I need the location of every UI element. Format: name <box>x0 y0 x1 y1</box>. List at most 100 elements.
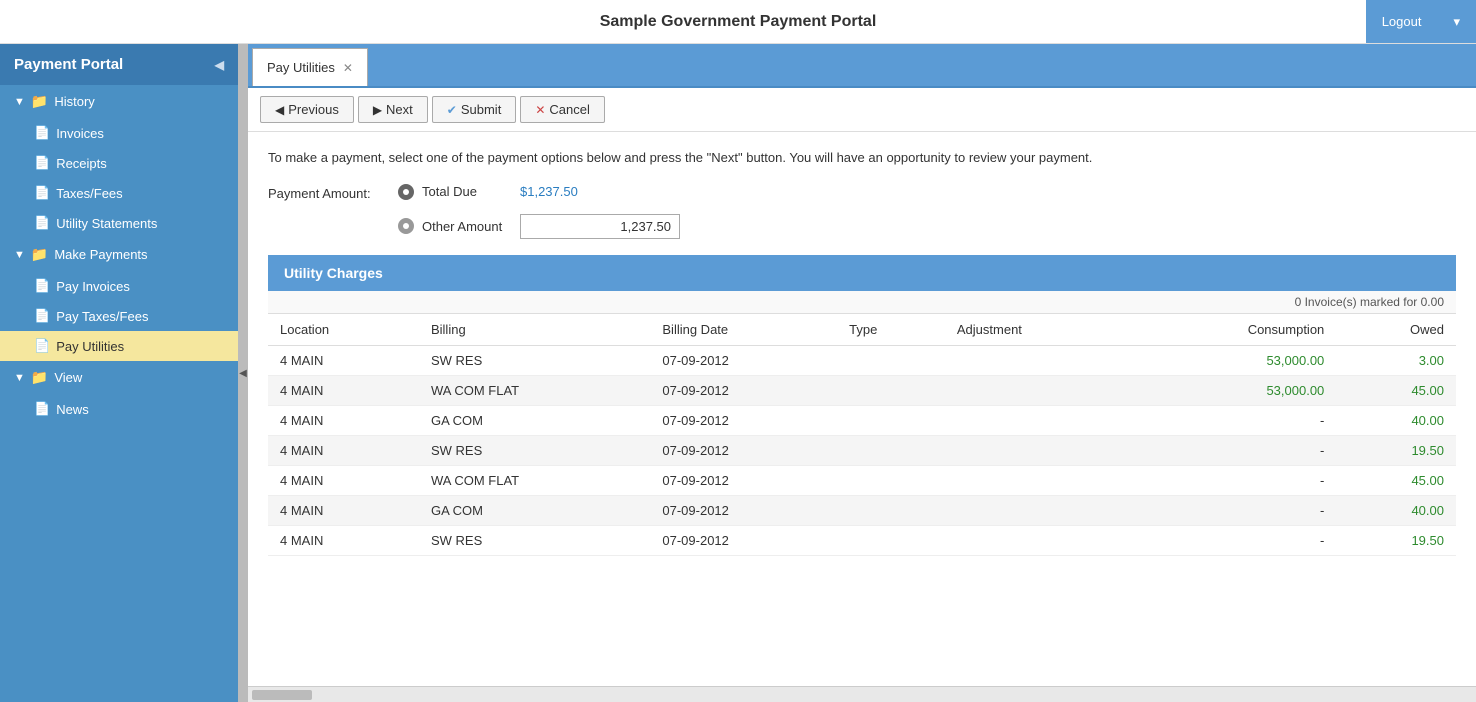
tab-bar: Pay Utilities ✕ <box>248 44 1476 88</box>
table-row[interactable]: 4 MAINSW RES07-09-2012-19.50 <box>268 525 1456 555</box>
sidebar-collapse-handle[interactable]: ◀ <box>238 44 248 702</box>
next-label: Next <box>386 102 413 117</box>
sidebar-group-view-label: View <box>54 370 82 385</box>
sidebar-group-make-payments-header[interactable]: ▼ 📁 Make Payments <box>0 238 238 271</box>
total-due-radio[interactable] <box>398 184 414 200</box>
sidebar-group-view: ▼ 📁 View 📄 News <box>0 361 238 424</box>
col-adjustment: Adjustment <box>945 314 1129 346</box>
make-payments-arrow-icon: ▼ <box>14 249 25 261</box>
sidebar-collapse-icon: ◀ <box>215 58 224 72</box>
sidebar-item-taxes-label: Taxes/Fees <box>56 186 122 201</box>
pay-invoices-doc-icon: 📄 <box>34 278 50 294</box>
news-doc-icon: 📄 <box>34 401 50 417</box>
table-row[interactable]: 4 MAINSW RES07-09-201253,000.003.00 <box>268 345 1456 375</box>
sidebar-item-invoices[interactable]: 📄 Invoices <box>0 118 238 148</box>
sidebar-item-pay-taxes-label: Pay Taxes/Fees <box>56 309 148 324</box>
content-area: Pay Utilities ✕ ◀ Previous ▶ Next ✔ Subm… <box>248 44 1476 702</box>
sidebar-item-utility-statements-label: Utility Statements <box>56 216 157 231</box>
previous-icon: ◀ <box>275 103 284 117</box>
toolbar: ◀ Previous ▶ Next ✔ Submit ✕ Cancel <box>248 88 1476 132</box>
col-owed: Owed <box>1336 314 1456 346</box>
sidebar-group-make-payments: ▼ 📁 Make Payments 📄 Pay Invoices 📄 Pay T… <box>0 238 238 361</box>
payment-label: Payment Amount: <box>268 184 378 201</box>
submit-icon: ✔ <box>447 103 457 117</box>
other-amount-radio[interactable] <box>398 218 414 234</box>
other-amount-input[interactable] <box>520 214 680 239</box>
pay-utilities-doc-icon: 📄 <box>34 338 50 354</box>
table-section: Utility Charges 0 Invoice(s) marked for … <box>268 255 1456 556</box>
previous-button[interactable]: ◀ Previous <box>260 96 354 123</box>
view-arrow-icon: ▼ <box>14 372 25 384</box>
col-type: Type <box>837 314 945 346</box>
utility-charges-table: Location Billing Billing Date Type Adjus… <box>268 314 1456 556</box>
sidebar-item-news[interactable]: 📄 News <box>0 394 238 424</box>
sidebar-group-history-label: History <box>54 94 94 109</box>
col-billing-date: Billing Date <box>650 314 837 346</box>
logout-area: Logout ▾ <box>1366 0 1476 43</box>
make-payments-folder-icon: 📁 <box>31 246 48 263</box>
table-row[interactable]: 4 MAINWA COM FLAT07-09-201253,000.0045.0… <box>268 375 1456 405</box>
view-folder-icon: 📁 <box>31 369 48 386</box>
next-button[interactable]: ▶ Next <box>358 96 428 123</box>
total-due-label: Total Due <box>422 184 512 199</box>
sidebar-item-pay-taxes-fees[interactable]: 📄 Pay Taxes/Fees <box>0 301 238 331</box>
total-due-value: $1,237.50 <box>520 184 578 199</box>
page-content: To make a payment, select one of the pay… <box>248 132 1476 686</box>
submit-button[interactable]: ✔ Submit <box>432 96 517 123</box>
sidebar-item-pay-invoices[interactable]: 📄 Pay Invoices <box>0 271 238 301</box>
pay-taxes-doc-icon: 📄 <box>34 308 50 324</box>
page-title: Sample Government Payment Portal <box>600 13 877 31</box>
submit-label: Submit <box>461 102 501 117</box>
logout-button[interactable]: Logout <box>1366 0 1438 43</box>
sidebar-item-taxes-fees[interactable]: 📄 Taxes/Fees <box>0 178 238 208</box>
previous-label: Previous <box>288 102 339 117</box>
table-row[interactable]: 4 MAINWA COM FLAT07-09-2012-45.00 <box>268 465 1456 495</box>
table-row[interactable]: 4 MAINGA COM07-09-2012-40.00 <box>268 495 1456 525</box>
tab-pay-utilities[interactable]: Pay Utilities ✕ <box>252 48 368 86</box>
table-title: Utility Charges <box>284 265 383 281</box>
col-consumption: Consumption <box>1129 314 1337 346</box>
instruction-text: To make a payment, select one of the pay… <box>268 148 1456 168</box>
history-folder-icon: 📁 <box>31 93 48 110</box>
main-layout: Payment Portal ◀ ▼ 📁 History 📄 Invoices … <box>0 44 1476 702</box>
col-billing: Billing <box>419 314 650 346</box>
other-amount-label: Other Amount <box>422 219 512 234</box>
sidebar-item-pay-utilities[interactable]: 📄 Pay Utilities <box>0 331 238 361</box>
sidebar-group-make-payments-label: Make Payments <box>54 247 147 262</box>
col-location: Location <box>268 314 419 346</box>
table-invoice-count: 0 Invoice(s) marked for 0.00 <box>268 291 1456 314</box>
cancel-button[interactable]: ✕ Cancel <box>520 96 605 123</box>
sidebar-item-receipts[interactable]: 📄 Receipts <box>0 148 238 178</box>
cancel-label: Cancel <box>549 102 589 117</box>
sidebar-group-history-header[interactable]: ▼ 📁 History <box>0 85 238 118</box>
invoices-doc-icon: 📄 <box>34 125 50 141</box>
sidebar-item-invoices-label: Invoices <box>56 126 104 141</box>
cancel-icon: ✕ <box>535 103 545 117</box>
receipts-doc-icon: 📄 <box>34 155 50 171</box>
sidebar-group-view-header[interactable]: ▼ 📁 View <box>0 361 238 394</box>
sidebar-item-news-label: News <box>56 402 89 417</box>
next-icon: ▶ <box>373 103 382 117</box>
logout-dropdown-button[interactable]: ▾ <box>1437 0 1476 43</box>
horizontal-scrollbar[interactable] <box>248 686 1476 702</box>
tab-close-icon[interactable]: ✕ <box>343 61 353 75</box>
radio-options: Total Due $1,237.50 Other Amount <box>398 184 680 239</box>
table-row[interactable]: 4 MAINGA COM07-09-2012-40.00 <box>268 405 1456 435</box>
sidebar-header[interactable]: Payment Portal ◀ <box>0 44 238 85</box>
taxes-doc-icon: 📄 <box>34 185 50 201</box>
payment-amount-section: Payment Amount: Total Due $1,237.50 Othe… <box>268 184 1456 239</box>
table-row[interactable]: 4 MAINSW RES07-09-2012-19.50 <box>268 435 1456 465</box>
history-arrow-icon: ▼ <box>14 96 25 108</box>
sidebar-item-pay-utilities-label: Pay Utilities <box>56 339 124 354</box>
sidebar-item-pay-invoices-label: Pay Invoices <box>56 279 130 294</box>
sidebar-title: Payment Portal <box>14 56 123 73</box>
total-due-row: Total Due $1,237.50 <box>398 184 680 200</box>
table-header: Utility Charges <box>268 255 1456 291</box>
other-amount-row: Other Amount <box>398 214 680 239</box>
sidebar-item-receipts-label: Receipts <box>56 156 107 171</box>
top-header: Sample Government Payment Portal Logout … <box>0 0 1476 44</box>
scrollbar-thumb[interactable] <box>252 690 312 700</box>
table-header-row: Location Billing Billing Date Type Adjus… <box>268 314 1456 346</box>
sidebar-item-utility-statements[interactable]: 📄 Utility Statements <box>0 208 238 238</box>
sidebar: Payment Portal ◀ ▼ 📁 History 📄 Invoices … <box>0 44 238 702</box>
